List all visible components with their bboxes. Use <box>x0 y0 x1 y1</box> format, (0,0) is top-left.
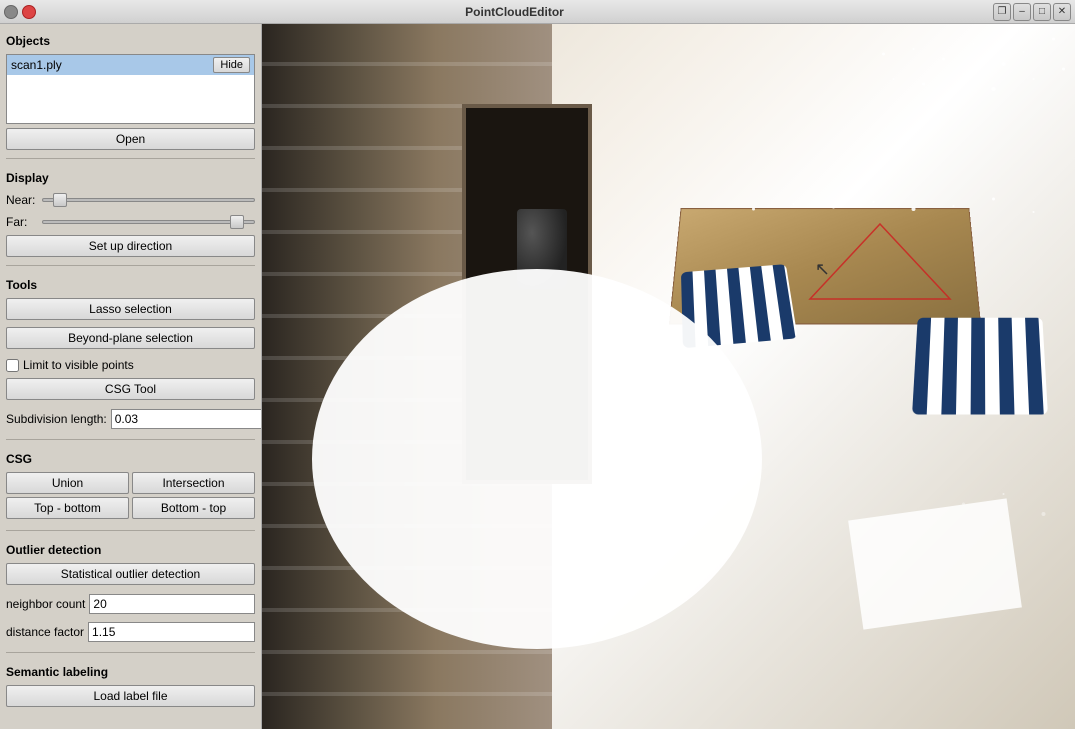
load-label-button[interactable]: Load label file <box>6 685 255 707</box>
floor-ellipse <box>312 269 762 649</box>
distance-factor-label: distance factor <box>6 625 84 639</box>
app-icon <box>4 5 18 19</box>
beyond-plane-button[interactable]: Beyond-plane selection <box>6 327 255 349</box>
title-bar-left <box>4 5 36 19</box>
neighbor-count-input[interactable]: 20 <box>89 594 255 614</box>
far-row: Far: <box>6 215 255 229</box>
viewport[interactable]: ↖ <box>262 24 1075 729</box>
limit-visible-label: Limit to visible points <box>23 358 134 372</box>
minimize-button[interactable]: – <box>1013 3 1031 21</box>
distance-factor-row: distance factor 1.15 <box>6 622 255 642</box>
divider-3 <box>6 439 255 440</box>
limit-visible-row: Limit to visible points <box>6 358 255 372</box>
semantic-section-title: Semantic labeling <box>6 665 255 679</box>
neighbor-count-row: neighbor count 20 <box>6 594 255 614</box>
bottom-top-button[interactable]: Bottom - top <box>132 497 255 519</box>
union-button[interactable]: Union <box>6 472 129 494</box>
cushion-right <box>912 318 1048 415</box>
far-label: Far: <box>6 215 36 229</box>
limit-visible-checkbox[interactable] <box>6 359 19 372</box>
sidebar: Objects scan1.ply Hide Open Display Near… <box>0 24 262 729</box>
far-slider[interactable] <box>42 220 255 224</box>
open-button[interactable]: Open <box>6 128 255 150</box>
near-row: Near: <box>6 193 255 207</box>
neighbor-count-label: neighbor count <box>6 597 85 611</box>
near-label: Near: <box>6 193 36 207</box>
divider-4 <box>6 530 255 531</box>
objects-list: scan1.ply Hide <box>6 54 255 124</box>
hide-button[interactable]: Hide <box>213 57 250 73</box>
subdivision-row: Subdivision length: 0.03 <box>6 409 255 429</box>
divider-2 <box>6 265 255 266</box>
close-title-button[interactable]: ✕ <box>1053 3 1071 21</box>
paper <box>848 498 1022 629</box>
subdivision-input[interactable]: 0.03 <box>111 409 262 429</box>
near-slider[interactable] <box>42 198 255 202</box>
lasso-selection-button[interactable]: Lasso selection <box>6 298 255 320</box>
title-bar: PointCloudEditor ❐ – □ ✕ <box>0 0 1075 24</box>
intersection-button[interactable]: Intersection <box>132 472 255 494</box>
subdivision-label: Subdivision length: <box>6 412 107 426</box>
divider-1 <box>6 158 255 159</box>
object-name: scan1.ply <box>11 58 62 72</box>
restore-button[interactable]: ❐ <box>993 3 1011 21</box>
maximize-button[interactable]: □ <box>1033 3 1051 21</box>
csg-grid: Union Intersection Top - bottom Bottom -… <box>6 472 255 519</box>
top-bottom-button[interactable]: Top - bottom <box>6 497 129 519</box>
setup-direction-button[interactable]: Set up direction <box>6 235 255 257</box>
window-title: PointCloudEditor <box>465 5 564 19</box>
object-empty-row <box>7 75 254 95</box>
display-section-title: Display <box>6 171 255 185</box>
outlier-section-title: Outlier detection <box>6 543 255 557</box>
objects-section-title: Objects <box>6 34 255 48</box>
csg-section-title: CSG <box>6 452 255 466</box>
distance-factor-input[interactable]: 1.15 <box>88 622 255 642</box>
selection-triangle <box>805 219 955 309</box>
window-controls: ❐ – □ ✕ <box>993 3 1071 21</box>
csg-tool-button[interactable]: CSG Tool <box>6 378 255 400</box>
scene-background: ↖ <box>262 24 1075 729</box>
close-button[interactable] <box>22 5 36 19</box>
main-container: Objects scan1.ply Hide Open Display Near… <box>0 24 1075 729</box>
object-item[interactable]: scan1.ply Hide <box>7 55 254 75</box>
statistical-outlier-button[interactable]: Statistical outlier detection <box>6 563 255 585</box>
tools-section-title: Tools <box>6 278 255 292</box>
divider-5 <box>6 652 255 653</box>
